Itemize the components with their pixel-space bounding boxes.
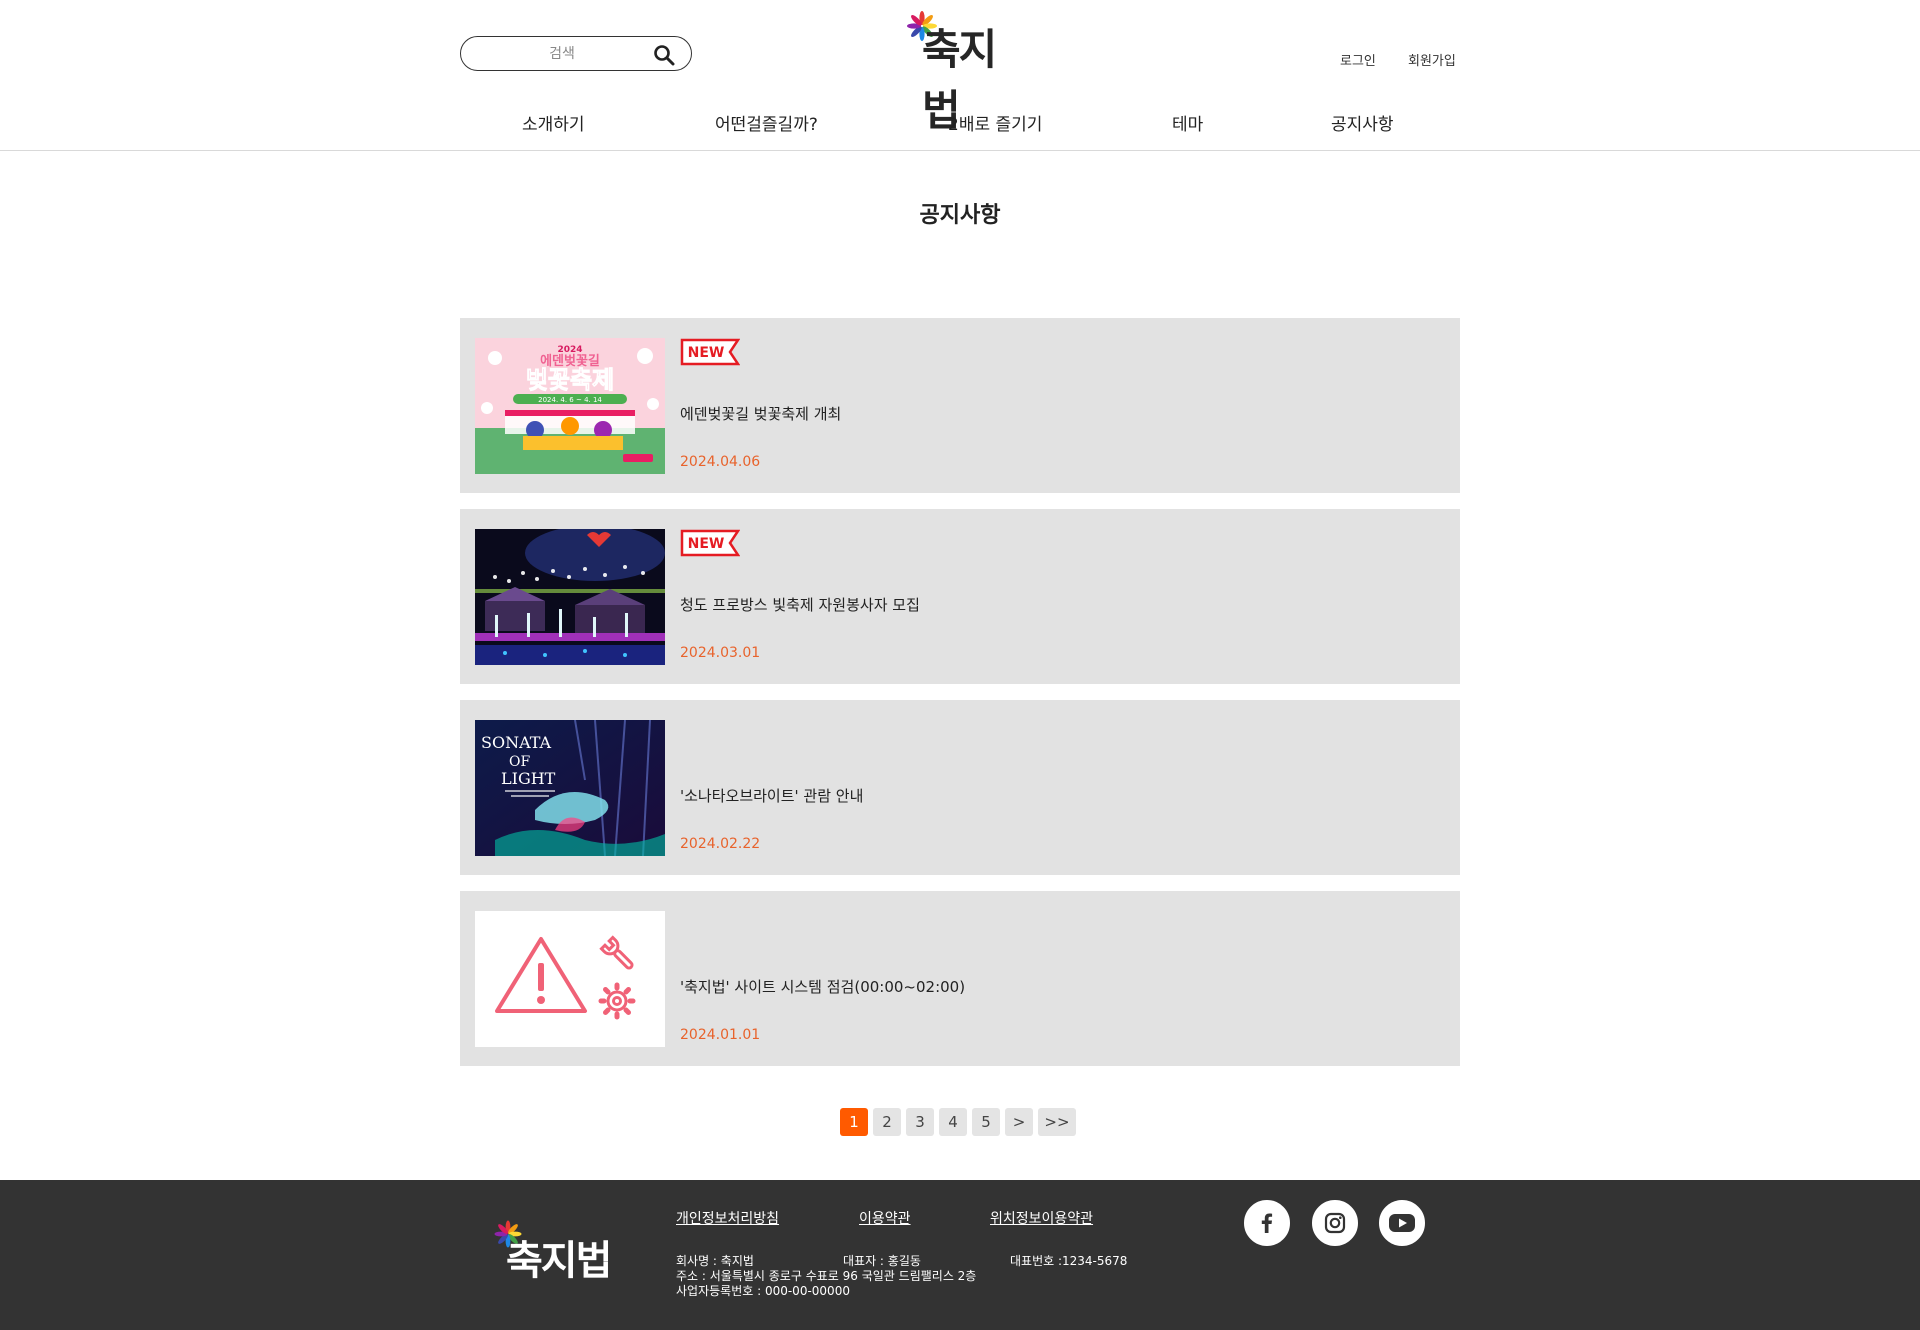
- nav-item-enjoy-double[interactable]: 2배로 즐기기: [948, 110, 1042, 135]
- pagination: 1 2 3 4 5 > >>: [840, 1108, 1076, 1136]
- privacy-policy-link[interactable]: 개인정보처리방침: [676, 1208, 779, 1228]
- notice-date: 2024.02.22: [680, 836, 761, 852]
- notice-title[interactable]: 청도 프로방스 빛축제 자원봉사자 모집: [680, 594, 920, 615]
- page-button-3[interactable]: 3: [906, 1108, 934, 1136]
- notice-date: 2024.03.01: [680, 645, 761, 661]
- notice-card[interactable]: SONATA OF LIGHT '소나타오브라이트' 관람 안내 2024.02…: [460, 700, 1460, 875]
- notice-title[interactable]: '축지법' 사이트 시스템 점검(00:00~02:00): [680, 976, 965, 997]
- thumb-line-2: OF: [509, 754, 530, 770]
- thumb-date-text: 2024. 4. 6 ~ 4. 14: [538, 396, 602, 404]
- new-badge: NEW: [680, 338, 740, 366]
- terms-link[interactable]: 이용약관: [859, 1208, 911, 1228]
- last-page-button[interactable]: >>: [1038, 1108, 1076, 1136]
- youtube-button[interactable]: [1379, 1200, 1425, 1246]
- maintenance-warning-icon: [495, 935, 636, 1020]
- notice-card[interactable]: '축지법' 사이트 시스템 점검(00:00~02:00) 2024.01.01: [460, 891, 1460, 1066]
- facebook-icon: [1261, 1213, 1273, 1233]
- footer-logo-text: 축지법: [506, 1238, 612, 1284]
- notice-thumbnail[interactable]: SONATA OF LIGHT: [475, 720, 665, 856]
- notice-date: 2024.04.06: [680, 454, 761, 470]
- footer-logo[interactable]: 축지법: [490, 1216, 615, 1288]
- search-input[interactable]: [477, 43, 647, 65]
- nav-item-theme[interactable]: 테마: [1172, 110, 1203, 135]
- notice-title[interactable]: '소나타오브라이트' 관람 안내: [680, 785, 863, 806]
- site-footer: 축지법 개인정보처리방침 이용약관 위치정보이용약관 회사명 : 축지법 대표자…: [0, 1180, 1920, 1330]
- new-badge: NEW: [680, 529, 740, 557]
- svg-text:NEW: NEW: [688, 536, 725, 552]
- next-page-button[interactable]: >: [1005, 1108, 1033, 1136]
- page-button-1[interactable]: 1: [840, 1108, 868, 1136]
- notice-thumbnail[interactable]: [475, 529, 665, 665]
- notice-thumbnail[interactable]: 2024 에덴벚꽃길 벚꽃축제 2024. 4. 6 ~ 4. 14: [475, 338, 665, 474]
- thumb-title-text: 벚꽃축제: [526, 366, 614, 394]
- nav-item-about[interactable]: 소개하기: [522, 110, 585, 135]
- search-icon[interactable]: [653, 44, 675, 66]
- footer-phone: 대표번호 :1234-5678: [1010, 1254, 1128, 1268]
- nav-item-what-to-enjoy[interactable]: 어떤걸즐길까?: [715, 110, 818, 135]
- notice-card[interactable]: 2024 에덴벚꽃길 벚꽃축제 2024. 4. 6 ~ 4. 14 NEW 에…: [460, 318, 1460, 493]
- page-button-4[interactable]: 4: [939, 1108, 967, 1136]
- site-header: 축지법 로그인 회원가입 소개하기 어떤걸즐길까? 2배로 즐기기 테마 공지사…: [0, 0, 1920, 151]
- signup-link[interactable]: 회원가입: [1408, 50, 1456, 69]
- page-button-2[interactable]: 2: [873, 1108, 901, 1136]
- thumb-line-1: SONATA: [481, 733, 552, 752]
- footer-business-number: 사업자등록번호 : 000-00-00000: [676, 1284, 850, 1298]
- nav-item-notice[interactable]: 공지사항: [1331, 110, 1394, 135]
- location-terms-link[interactable]: 위치정보이용약관: [990, 1208, 1093, 1228]
- page-button-5[interactable]: 5: [972, 1108, 1000, 1136]
- notice-card[interactable]: NEW 청도 프로방스 빛축제 자원봉사자 모집 2024.03.01: [460, 509, 1460, 684]
- login-link[interactable]: 로그인: [1340, 50, 1376, 69]
- instagram-icon: [1324, 1212, 1346, 1234]
- notice-thumbnail[interactable]: [475, 911, 665, 1047]
- notice-date: 2024.01.01: [680, 1027, 761, 1043]
- svg-text:NEW: NEW: [688, 345, 725, 361]
- site-logo[interactable]: 축지법: [902, 8, 1020, 135]
- youtube-icon: [1389, 1214, 1415, 1232]
- search-box[interactable]: [460, 36, 692, 71]
- thumb-line-3: LIGHT: [501, 769, 556, 788]
- notice-title[interactable]: 에덴벚꽃길 벚꽃축제 개최: [680, 403, 841, 424]
- page-title: 공지사항: [919, 203, 1001, 228]
- facebook-button[interactable]: [1244, 1200, 1290, 1246]
- instagram-button[interactable]: [1312, 1200, 1358, 1246]
